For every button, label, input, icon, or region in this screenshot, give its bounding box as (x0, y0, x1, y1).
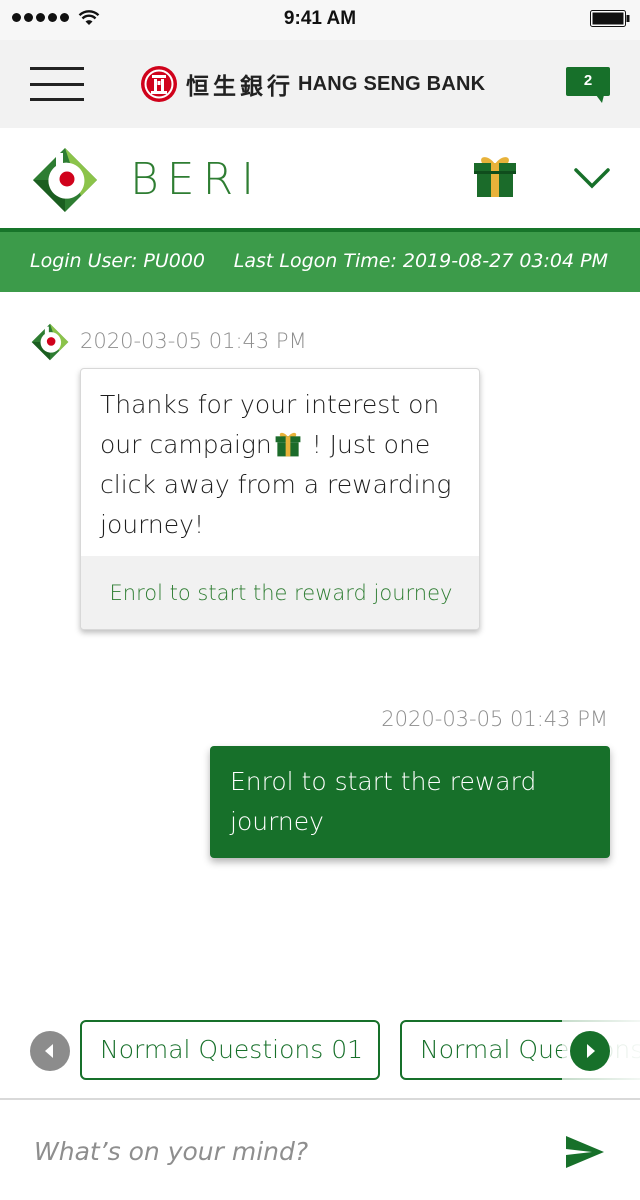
battery-icon (590, 10, 630, 27)
quick-replies-next-button[interactable] (570, 1031, 610, 1071)
quick-reply-chip[interactable]: Normal Questions 01 (80, 1020, 380, 1080)
user-message-timestamp: 2020-03-05 01:43 PM (381, 707, 608, 731)
messages-button[interactable]: 2 (566, 67, 610, 103)
gift-icon (474, 157, 516, 197)
login-info-bar: Login User: PU000 Last Logon Time: 2019-… (0, 228, 640, 292)
chevron-right-icon (587, 1044, 595, 1058)
send-button[interactable] (564, 1134, 606, 1170)
user-message-bubble: Enrol to start the reward journey (210, 746, 610, 858)
beri-bar: BERI (0, 128, 640, 228)
user-message-text: Enrol to start the reward journey (230, 767, 537, 836)
quick-replies-prev-button[interactable] (30, 1031, 70, 1071)
bot-message-text: Thanks for your interest on our campaign… (100, 385, 470, 545)
hang-seng-logo-icon (141, 66, 177, 102)
bank-name-english: HANG SENG BANK (298, 72, 486, 95)
message-count-badge: 2 (583, 72, 593, 89)
status-bar: 9:41 AM (0, 0, 640, 40)
beri-title: BERI (130, 154, 263, 205)
bot-message-bubble: Thanks for your interest on our campaign… (80, 368, 480, 630)
status-time: 9:41 AM (283, 8, 357, 29)
menu-button[interactable] (30, 67, 84, 101)
rewards-button[interactable] (472, 154, 518, 198)
collapse-button[interactable] (572, 162, 612, 192)
login-user: Login User: PU000 (30, 250, 206, 272)
bank-logo: 恒生銀行 HANG SENG BANK (140, 64, 485, 104)
chevron-down-icon (574, 168, 610, 189)
chat-input-bar (0, 1098, 640, 1200)
bot-message-timestamp: 2020-03-05 01:43 PM (80, 329, 307, 353)
beri-logo-icon (33, 148, 97, 212)
send-icon (566, 1136, 604, 1168)
bank-name-chinese: 恒生銀行 (186, 73, 294, 100)
last-logon-time: Last Logon Time: 2019-08-27 03:04 PM (233, 250, 608, 272)
chevron-left-icon (45, 1044, 53, 1058)
chat-input[interactable] (34, 1126, 534, 1176)
bot-avatar-icon (31, 323, 69, 361)
enrol-action-button[interactable]: Enrol to start the reward journey (81, 556, 479, 629)
app-header: 恒生銀行 HANG SENG BANK 2 (0, 40, 640, 128)
gift-icon (275, 432, 301, 457)
